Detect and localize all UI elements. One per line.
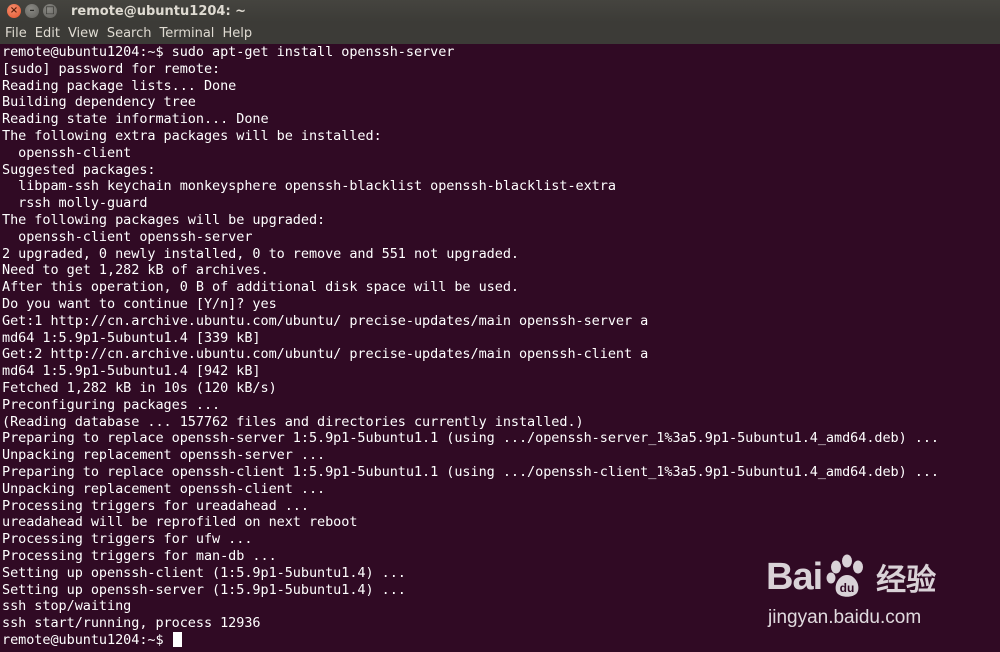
terminal-line: (Reading database ... 157762 files and d… <box>2 413 584 430</box>
terminal-line: Unpacking replacement openssh-server ... <box>2 447 326 464</box>
terminal-line: Need to get 1,282 kB of archives. <box>2 262 269 279</box>
window-titlebar[interactable]: × – □ remote@ubuntu1204: ~ <box>0 0 1000 22</box>
window-title: remote@ubuntu1204: ~ <box>71 3 247 19</box>
terminal-line: Fetched 1,282 kB in 10s (120 kB/s) <box>2 379 277 396</box>
menu-view[interactable]: View <box>64 26 103 41</box>
terminal-line: Unpacking replacement openssh-client ... <box>2 480 326 497</box>
terminal-line: Processing triggers for ufw ... <box>2 531 253 548</box>
terminal-line: Setting up openssh-client (1:5.9p1-5ubun… <box>2 564 406 581</box>
prompt-line[interactable]: remote@ubuntu1204:~$ <box>0 632 1000 649</box>
close-button[interactable]: × <box>7 4 21 18</box>
text-cursor <box>172 632 182 648</box>
minimize-icon: – <box>29 5 35 16</box>
terminal-line: Building dependency tree <box>2 94 196 111</box>
menu-edit[interactable]: Edit <box>31 26 64 41</box>
window-controls: × – □ <box>7 4 57 18</box>
terminal-line: [sudo] password for remote: <box>2 60 221 77</box>
terminal-line: Preparing to replace openssh-client 1:5.… <box>2 463 940 480</box>
terminal-line: Suggested packages: <box>2 161 156 178</box>
terminal-line: ssh start/running, process 12936 <box>2 615 261 632</box>
menu-file[interactable]: File <box>0 26 31 41</box>
terminal-line: md64 1:5.9p1-5ubuntu1.4 [339 kB] <box>2 329 261 346</box>
terminal-line: The following packages will be upgraded: <box>2 211 326 228</box>
terminal-line: Get:2 http://cn.archive.ubuntu.com/ubunt… <box>2 346 649 363</box>
terminal-line: rssh molly-guard <box>2 195 148 212</box>
maximize-button[interactable]: □ <box>43 4 57 18</box>
terminal-line: The following extra packages will be ins… <box>2 127 382 144</box>
terminal-line: remote@ubuntu1204:~$ sudo apt-get instal… <box>2 44 455 60</box>
terminal-line: Get:1 http://cn.archive.ubuntu.com/ubunt… <box>2 312 649 329</box>
menu-search[interactable]: Search <box>103 26 156 41</box>
terminal-line: Processing triggers for man-db ... <box>2 547 277 564</box>
terminal-line: 2 upgraded, 0 newly installed, 0 to remo… <box>2 245 519 262</box>
menu-terminal[interactable]: Terminal <box>155 26 218 41</box>
terminal-line: Setting up openssh-server (1:5.9p1-5ubun… <box>2 581 406 598</box>
terminal-line: ureadahead will be reprofiled on next re… <box>2 514 358 531</box>
terminal-line: libpam-ssh keychain monkeysphere openssh… <box>2 178 616 195</box>
terminal-line: openssh-client <box>2 144 132 161</box>
menu-help[interactable]: Help <box>218 26 256 41</box>
terminal-line: Reading package lists... Done <box>2 77 237 94</box>
close-icon: × <box>9 5 19 16</box>
terminal-line: Processing triggers for ureadahead ... <box>2 497 309 514</box>
terminal-line: Preconfiguring packages ... <box>2 396 221 413</box>
terminal-output[interactable]: remote@ubuntu1204:~$ sudo apt-get instal… <box>0 44 1000 652</box>
menu-bar: File Edit View Search Terminal Help <box>0 22 1000 44</box>
terminal-line: ssh stop/waiting <box>2 598 132 615</box>
terminal-line: After this operation, 0 B of additional … <box>2 279 519 296</box>
terminal-line: Reading state information... Done <box>2 111 269 128</box>
minimize-button[interactable]: – <box>25 4 39 18</box>
terminal-line: md64 1:5.9p1-5ubuntu1.4 [942 kB] <box>2 363 261 380</box>
maximize-icon: □ <box>45 5 55 16</box>
terminal-line: Do you want to continue [Y/n]? yes <box>2 295 277 312</box>
prompt: remote@ubuntu1204:~$ <box>2 631 172 648</box>
terminal-line: openssh-client openssh-server <box>2 228 253 245</box>
terminal-line: Preparing to replace openssh-server 1:5.… <box>2 430 940 447</box>
